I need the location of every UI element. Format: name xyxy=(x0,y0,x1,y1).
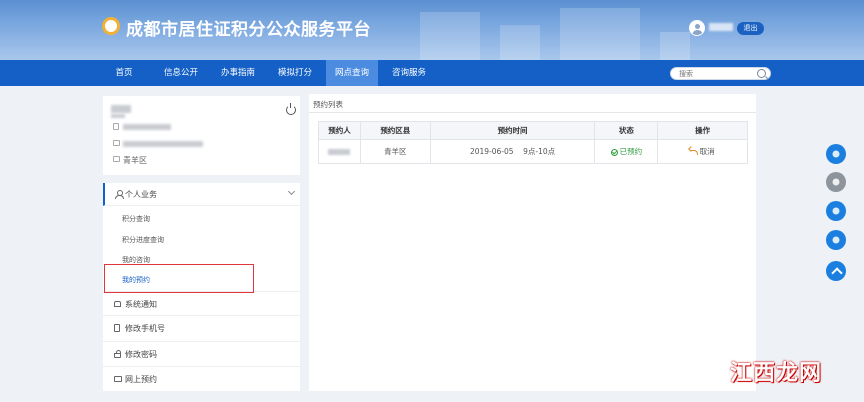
lock-icon xyxy=(114,350,121,358)
cell-time: 2019-06-05 9点-10点 xyxy=(429,139,596,164)
phone-icon xyxy=(113,123,119,130)
power-icon[interactable] xyxy=(286,103,296,115)
nav-item-info[interactable]: 信息公开 xyxy=(158,60,204,86)
nav-item-home[interactable]: 首页 xyxy=(106,60,142,86)
appointment-panel: 预约列表 预约人 预约区县 预约时间 状态 操作 青羊区 2019-06-05 … xyxy=(309,94,756,391)
menu-item-label: 网上预约 xyxy=(125,375,157,384)
back-to-top-icon[interactable] xyxy=(826,261,846,281)
cancel-link[interactable]: 取消 xyxy=(700,147,715,156)
profile-name-redacted xyxy=(111,105,131,113)
building-decoration xyxy=(500,25,540,60)
profile-phone-redacted xyxy=(123,124,171,130)
check-circle-icon xyxy=(610,148,618,156)
sub-item-progress-query[interactable]: 积分进度查询 xyxy=(122,235,164,245)
column-header: 操作 xyxy=(657,121,748,140)
active-item-highlight xyxy=(104,264,254,293)
bell-icon xyxy=(114,301,121,307)
search-box xyxy=(670,67,771,80)
table-header-row: 预约人 预约区县 预约时间 状态 操作 xyxy=(318,121,748,140)
column-header: 预约区县 xyxy=(359,121,431,140)
status-text: 已预约 xyxy=(619,147,643,156)
id-card-icon xyxy=(113,140,120,146)
person-name-redacted xyxy=(328,149,351,155)
menu-item-label: 系统通知 xyxy=(125,300,157,309)
column-header: 状态 xyxy=(594,121,659,140)
user-avatar-icon[interactable] xyxy=(689,20,705,36)
profile-sub-redacted xyxy=(111,114,125,118)
chevron-down-icon[interactable] xyxy=(287,187,296,196)
wechat-icon[interactable] xyxy=(826,144,846,164)
profile-district: 青羊区 xyxy=(123,156,147,165)
nav-item-consult[interactable]: 咨询服务 xyxy=(386,60,432,86)
weibo-icon[interactable] xyxy=(826,172,846,192)
menu-item-label: 修改密码 xyxy=(125,350,157,359)
nav-item-guide[interactable]: 办事指南 xyxy=(215,60,261,86)
logout-button[interactable]: 退出 xyxy=(737,22,764,35)
menu-item-notifications[interactable]: 系统通知 xyxy=(103,291,300,315)
table-row: 青羊区 2019-06-05 9点-10点 已预约 取消 xyxy=(318,139,748,164)
nav-item-simulate[interactable]: 模拟打分 xyxy=(272,60,318,86)
monitor-icon xyxy=(114,376,122,382)
person-icon xyxy=(115,190,124,199)
cell-status: 已预约 xyxy=(594,139,659,164)
undo-icon xyxy=(690,149,698,155)
watermark: 江西龙网 xyxy=(730,360,823,386)
user-name-redacted xyxy=(709,23,733,31)
site-title[interactable]: 成都市居住证积分公众服务平台 xyxy=(126,15,371,40)
panel-title: 预约列表 xyxy=(313,100,343,109)
phone-icon xyxy=(114,324,120,332)
sub-item-points-query[interactable]: 积分查询 xyxy=(122,214,150,224)
menu-item-change-phone[interactable]: 修改手机号 xyxy=(103,315,300,339)
nav-item-outlets[interactable]: 网点查询 xyxy=(326,60,378,86)
column-header: 预约人 xyxy=(318,121,361,140)
menu-item-label: 修改手机号 xyxy=(125,324,165,333)
cell-action[interactable]: 取消 xyxy=(657,139,748,164)
menu-section-personal[interactable]: 个人业务 xyxy=(103,183,300,206)
appointment-table: 预约人 预约区县 预约时间 状态 操作 青羊区 2019-06-05 9点-10… xyxy=(318,121,748,164)
column-header: 预约时间 xyxy=(429,121,596,140)
menu-item-online-appointment[interactable]: 网上预约 xyxy=(103,366,300,390)
search-input[interactable] xyxy=(671,68,751,79)
site-header: 成都市居住证积分公众服务平台 退出 xyxy=(0,0,864,60)
menu-item-change-password[interactable]: 修改密码 xyxy=(103,341,300,365)
divider xyxy=(309,112,756,113)
location-icon xyxy=(113,156,120,162)
building-decoration xyxy=(420,12,480,60)
profile-id-redacted xyxy=(123,141,203,147)
profile-card: 青羊区 xyxy=(103,96,300,175)
building-decoration xyxy=(660,32,690,60)
search-icon[interactable] xyxy=(757,69,766,78)
cell-person xyxy=(318,139,361,164)
site-logo-icon xyxy=(102,17,120,35)
menu-section-label: 个人业务 xyxy=(125,190,157,199)
customer-service-icon[interactable] xyxy=(826,201,846,221)
building-decoration xyxy=(560,8,640,60)
phone-icon[interactable] xyxy=(826,230,846,250)
cell-district: 青羊区 xyxy=(359,139,431,164)
